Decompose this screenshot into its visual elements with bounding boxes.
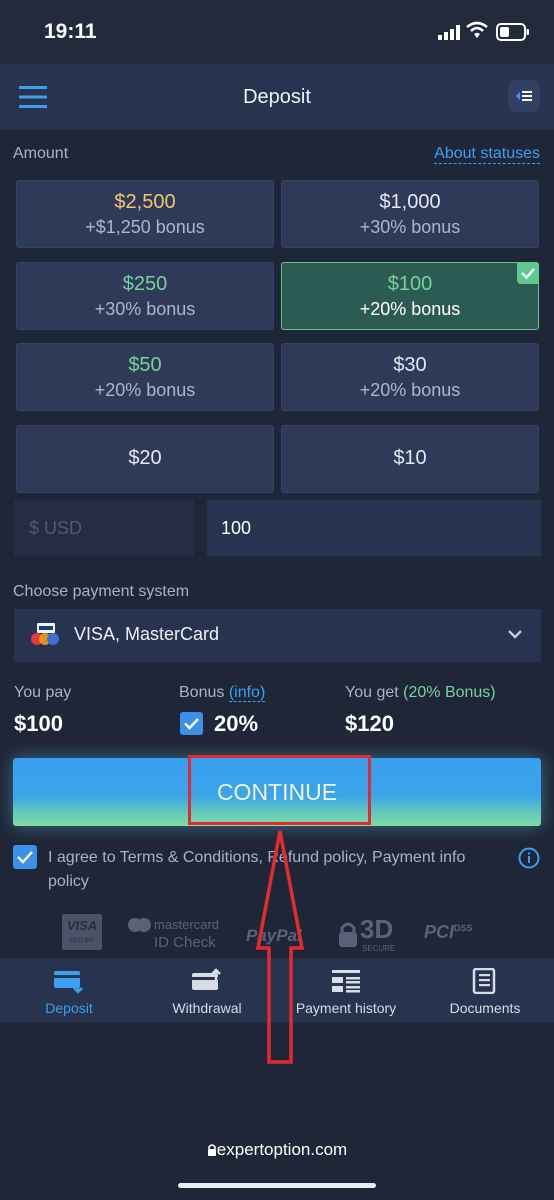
amount-option-value: $250 (122, 273, 168, 295)
dss-logo-text: DSS (454, 923, 473, 933)
visa-logo-text: VISA (66, 918, 98, 933)
pci-dss-logo: PCIDSS (424, 922, 473, 943)
amount-option-bonus: +30% bonus (94, 299, 196, 319)
payment-system-value: VISA, MasterCard (74, 624, 220, 644)
about-statuses-link[interactable]: About statuses (434, 145, 540, 164)
side-panel-button[interactable] (508, 80, 540, 112)
page-title: Deposit (243, 86, 311, 108)
annotation-arrow-icon (255, 830, 305, 1064)
amount-input[interactable] (207, 500, 541, 556)
you-get-label-group: You get (20% Bonus) (345, 684, 496, 702)
lock-icon (207, 1144, 216, 1156)
agreement-checkbox[interactable] (13, 845, 37, 869)
currency-placeholder: $ USD (29, 518, 83, 538)
bonus-value: 20% (214, 711, 259, 736)
collapse-list-icon (516, 91, 532, 101)
amount-label: Amount (13, 145, 69, 162)
3d-logo-subtext: SECURE (362, 944, 396, 953)
currency-field[interactable]: $ USD (14, 500, 194, 556)
pci-logo-text: PCI (424, 922, 455, 942)
battery-icon (496, 23, 529, 41)
you-pay-value: $100 (14, 711, 63, 736)
selected-check-icon (517, 262, 539, 284)
amount-option-bonus: +20% bonus (359, 299, 461, 319)
bonus-label-group: Bonus (info) (179, 684, 266, 702)
nav-label: Documents (449, 1000, 521, 1016)
mastercard-logo-text: mastercard (154, 917, 220, 932)
browser-url-bar[interactable]: expertoption.com (0, 1140, 554, 1160)
amount-option-2500[interactable]: $2,500 +$1,250 bonus (16, 180, 274, 248)
card-brands-icon (31, 623, 59, 645)
id-check-logo-text: ID Check (154, 934, 216, 951)
amount-option-value: $50 (128, 354, 162, 376)
nav-documents[interactable]: Documents (416, 958, 554, 1022)
bonus-label: Bonus (179, 684, 225, 701)
bonus-info-link[interactable]: (info) (228, 684, 266, 702)
you-get-bonus-tag: (20% Bonus) (403, 684, 496, 701)
amount-option-bonus: +20% bonus (94, 380, 196, 400)
amount-option-value: $30 (393, 354, 427, 376)
chevron-down-icon (508, 630, 522, 639)
home-indicator[interactable] (178, 1183, 376, 1188)
amount-option-value: $2,500 (114, 191, 176, 213)
wifi-icon (466, 21, 488, 38)
3d-logo-text: 3D (360, 914, 394, 944)
withdrawal-card-icon (192, 968, 221, 990)
amount-option-100[interactable]: $100 +20% bonus (281, 262, 539, 330)
amount-option-250[interactable]: $250 +30% bonus (16, 262, 274, 330)
you-get-value: $120 (345, 711, 394, 736)
amount-option-value: $100 (387, 273, 433, 295)
status-bar: 19:11 (0, 0, 554, 64)
visa-logo-subtext: SECURE (69, 938, 95, 944)
amount-option-1000[interactable]: $1,000 +30% bonus (281, 180, 539, 248)
amount-option-bonus: +20% bonus (359, 380, 461, 400)
lock-icon (339, 922, 357, 947)
url-text: expertoption.com (216, 1140, 348, 1159)
amount-option-30[interactable]: $30 +20% bonus (281, 343, 539, 411)
amount-option-bonus: +30% bonus (359, 217, 461, 237)
amount-option-value: $10 (393, 447, 427, 469)
documents-icon (472, 968, 496, 994)
amount-option-20[interactable]: $20 (16, 425, 274, 493)
amount-option-50[interactable]: $50 +20% bonus (16, 343, 274, 411)
visa-secure-logo: VISA SECURE (62, 914, 102, 950)
clock: 19:11 (44, 20, 97, 43)
amount-option-bonus: +$1,250 bonus (85, 217, 205, 237)
app-header: Deposit (0, 64, 554, 130)
history-list-icon (332, 970, 360, 993)
payment-system-select[interactable]: VISA, MasterCard (14, 609, 541, 662)
amount-option-10[interactable]: $10 (281, 425, 539, 493)
amount-option-value: $1,000 (379, 191, 441, 213)
bonus-checkbox[interactable] (180, 712, 203, 735)
deposit-card-icon (54, 971, 83, 994)
you-get-label: You get (345, 684, 399, 701)
info-icon[interactable] (518, 847, 540, 869)
payment-system-label: Choose payment system (13, 583, 190, 600)
annotation-highlight-box (188, 755, 371, 825)
amount-option-value: $20 (128, 447, 162, 469)
cellular-signal-icon (438, 25, 460, 40)
you-pay-label: You pay (14, 684, 72, 701)
